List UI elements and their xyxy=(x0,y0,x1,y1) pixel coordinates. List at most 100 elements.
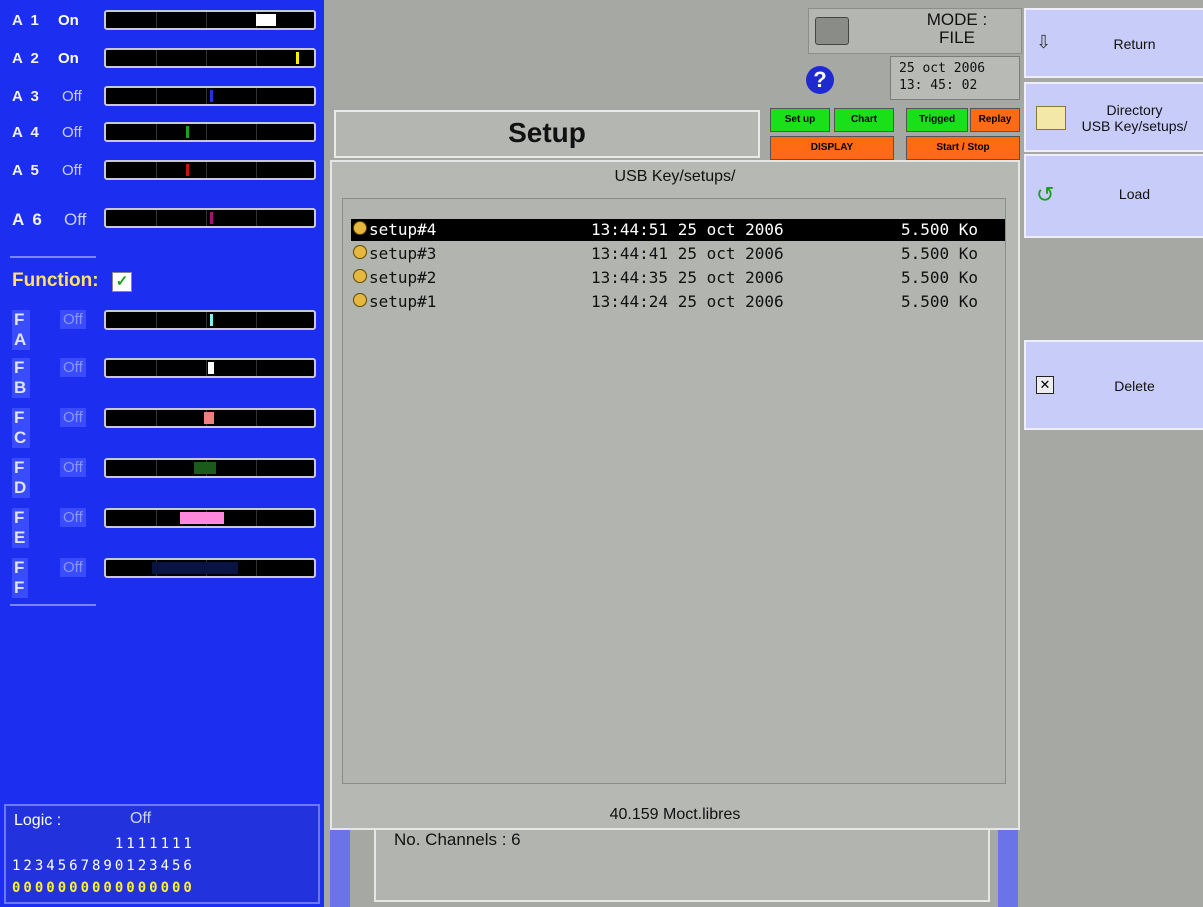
channel-marker xyxy=(186,164,189,176)
function-state: Off xyxy=(60,558,86,577)
file-mode-icon xyxy=(815,17,849,45)
function-state: Off xyxy=(60,458,86,477)
file-name: setup#2 xyxy=(369,268,437,287)
logic-units-row: 1234567890123456 xyxy=(12,858,195,874)
mode-indicator: MODE : FILE xyxy=(808,8,1022,54)
channel-panel: A 1 On A 2 On A 3 Off A 4 Off A 5 Off A … xyxy=(0,0,324,907)
channel-state: Off xyxy=(64,210,87,229)
scroll-strip-left xyxy=(330,826,350,907)
function-marker xyxy=(180,512,224,524)
function-bar xyxy=(104,310,316,330)
file-time: 13:44:51 25 oct 2006 xyxy=(591,220,784,239)
file-time: 13:44:24 25 oct 2006 xyxy=(591,292,784,311)
directory-button[interactable]: Directory USB Key/setups/ xyxy=(1024,82,1203,152)
load-label: Load xyxy=(1118,186,1151,202)
channels-text: No. Channels : 6 xyxy=(394,830,521,849)
file-name: setup#4 xyxy=(369,220,437,239)
function-marker xyxy=(210,314,213,326)
file-size: 5.500 Ko xyxy=(901,220,979,239)
file-size: 5.500 Ko xyxy=(901,268,979,287)
channel-state: Off xyxy=(62,124,82,141)
scroll-strip-right xyxy=(998,826,1018,907)
page-title: Setup xyxy=(334,110,760,158)
channel-marker xyxy=(210,212,213,224)
arrow-down-icon: ⇩ xyxy=(1036,32,1052,52)
chart-tab-button[interactable]: Chart xyxy=(834,108,894,132)
delete-button[interactable]: ✕ Delete xyxy=(1024,340,1203,430)
function-marker xyxy=(204,412,214,424)
function-bar xyxy=(104,358,316,378)
divider xyxy=(10,256,96,258)
logic-label: Logic : xyxy=(14,812,62,829)
function-state: Off xyxy=(60,408,86,427)
channel-bar xyxy=(104,48,316,68)
channel-name: A 1 xyxy=(12,12,41,29)
file-dialog: USB Key/setups/ setup#4 13:44:51 25 oct … xyxy=(330,160,1020,830)
function-name: F F xyxy=(12,558,29,598)
setup-file-icon xyxy=(353,269,367,283)
function-marker xyxy=(194,462,216,474)
channel-bar xyxy=(104,208,316,228)
logic-values-row: 0000000000000000 xyxy=(12,880,195,896)
dialog-title: USB Key/setups/ xyxy=(614,168,736,185)
delete-icon: ✕ xyxy=(1036,376,1054,394)
function-bar xyxy=(104,408,316,428)
date-text: 25 oct 2006 xyxy=(899,61,986,76)
channel-name: A 4 xyxy=(12,124,41,141)
function-bar xyxy=(104,558,316,578)
file-time: 13:44:35 25 oct 2006 xyxy=(591,268,784,287)
return-button[interactable]: ⇩ Return xyxy=(1024,8,1203,78)
load-button[interactable]: ↺ Load xyxy=(1024,154,1203,238)
file-name: setup#3 xyxy=(369,244,437,263)
file-row[interactable]: setup#4 13:44:51 25 oct 2006 5.500 Ko xyxy=(351,219,1005,241)
function-name: F A xyxy=(12,310,31,350)
start-stop-button[interactable]: Start / Stop xyxy=(906,136,1020,160)
function-name: F E xyxy=(12,508,30,548)
load-icon: ↺ xyxy=(1036,182,1055,207)
file-time: 13:44:41 25 oct 2006 xyxy=(591,244,784,263)
directory-label: Directory USB Key/setups/ xyxy=(1081,102,1188,134)
file-name: setup#1 xyxy=(369,292,437,311)
file-row[interactable]: setup#2 13:44:35 25 oct 2006 5.500 Ko xyxy=(351,267,1005,289)
function-bar xyxy=(104,508,316,528)
file-list[interactable]: setup#4 13:44:51 25 oct 2006 5.500 Ko se… xyxy=(342,198,1006,784)
channel-marker xyxy=(210,90,213,102)
channel-bar xyxy=(104,160,316,180)
function-bar xyxy=(104,458,316,478)
file-row[interactable]: setup#1 13:44:24 25 oct 2006 5.500 Ko xyxy=(351,291,1005,313)
function-state: Off xyxy=(60,358,86,377)
channel-state: On xyxy=(58,12,79,29)
channel-state: Off xyxy=(62,88,82,105)
divider xyxy=(10,604,96,606)
function-name: F D xyxy=(12,458,31,498)
folder-icon xyxy=(1036,106,1066,130)
channel-marker xyxy=(256,14,276,26)
channel-state: On xyxy=(58,50,79,67)
display-button[interactable]: DISPLAY xyxy=(770,136,894,160)
function-marker xyxy=(152,562,238,574)
time-text: 13: 45: 02 xyxy=(899,78,978,93)
file-size: 5.500 Ko xyxy=(901,244,979,263)
channel-bar xyxy=(104,122,316,142)
trigged-tab-button[interactable]: Trigged xyxy=(906,108,968,132)
function-state: Off xyxy=(60,310,86,329)
return-label: Return xyxy=(1113,36,1156,52)
channel-bar xyxy=(104,10,316,30)
help-icon[interactable]: ? xyxy=(806,66,834,94)
function-state: Off xyxy=(60,508,86,527)
main-area: MODE : FILE ? 25 oct 2006 13: 45: 02 Set… xyxy=(324,0,1024,907)
free-space-text: 40.159 Moct.libres xyxy=(609,806,741,823)
function-marker xyxy=(208,362,214,374)
setup-file-icon xyxy=(353,245,367,259)
replay-tab-button[interactable]: Replay xyxy=(970,108,1020,132)
delete-label: Delete xyxy=(1114,378,1155,394)
side-menu: ⇩ Return Directory USB Key/setups/ ↺ Loa… xyxy=(1024,0,1203,907)
logic-panel[interactable]: Logic : Off 1111111 1234567890123456 000… xyxy=(4,804,320,904)
setup-tab-button[interactable]: Set up xyxy=(770,108,830,132)
setup-file-icon xyxy=(353,221,367,235)
file-row[interactable]: setup#3 13:44:41 25 oct 2006 5.500 Ko xyxy=(351,243,1005,265)
datetime-display: 25 oct 2006 13: 45: 02 xyxy=(890,56,1020,100)
channel-state: Off xyxy=(62,162,82,179)
function-checkbox[interactable]: ✓ xyxy=(112,272,132,292)
logic-state: Off xyxy=(130,810,152,827)
